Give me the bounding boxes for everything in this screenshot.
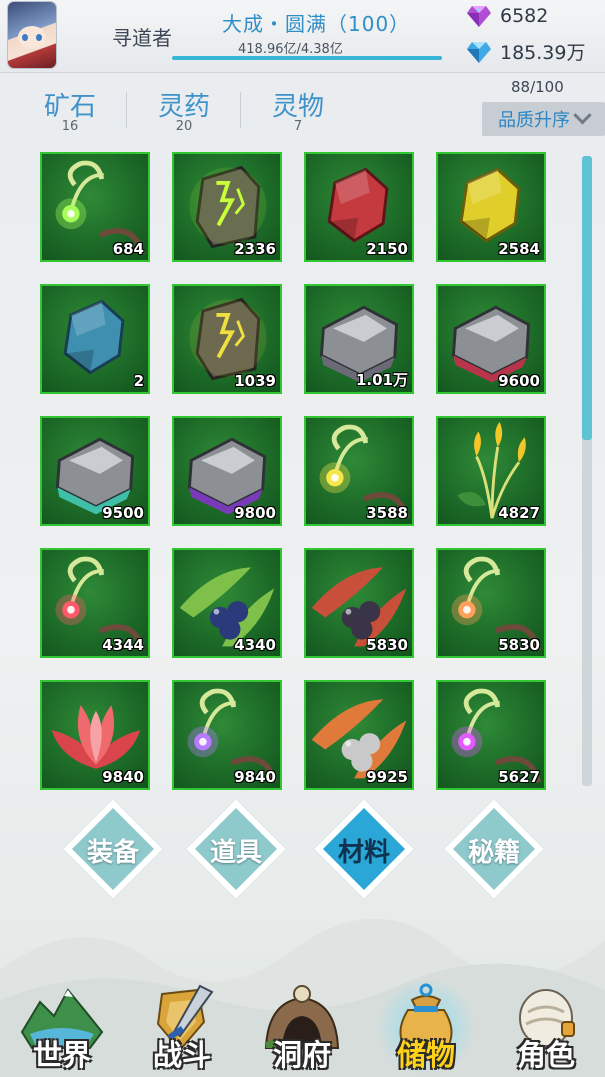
item-quantity: 9840 bbox=[234, 768, 276, 786]
blue-stone-icon bbox=[63, 299, 125, 375]
inventory-scrollbar[interactable] bbox=[582, 156, 592, 786]
nav-storage[interactable]: 储物 bbox=[368, 976, 484, 1077]
exp-text: 418.96亿/4.38亿 bbox=[238, 42, 343, 57]
purple-gem-icon bbox=[467, 6, 491, 27]
tab-count: 7 bbox=[293, 119, 303, 134]
blue-gem-icon bbox=[467, 41, 491, 63]
item-quantity: 1039 bbox=[234, 372, 276, 390]
avatar-eye bbox=[36, 34, 42, 41]
item-quantity: 2584 bbox=[498, 240, 540, 258]
exp-bar bbox=[172, 56, 442, 60]
nav-world[interactable]: 世界 bbox=[4, 976, 120, 1077]
item-quantity: 2336 bbox=[234, 240, 276, 258]
item-quantity: 5830 bbox=[498, 636, 540, 654]
inventory-slot[interactable]: 2 bbox=[40, 284, 150, 394]
inventory-slot[interactable]: 9500 bbox=[40, 416, 150, 526]
inventory-grid: 684 2336 2150 2584 2 1039 1.01万 9600 950… bbox=[40, 152, 548, 792]
inventory-slot[interactable]: 2584 bbox=[436, 152, 546, 262]
inventory-slot[interactable]: 3588 bbox=[304, 416, 414, 526]
inventory-slot[interactable]: 4827 bbox=[436, 416, 546, 526]
item-quantity: 9500 bbox=[102, 504, 144, 522]
category-label: 装备 bbox=[86, 838, 139, 868]
item-quantity: 5830 bbox=[366, 636, 408, 654]
inventory-slot[interactable]: 2336 bbox=[172, 152, 282, 262]
nav-label: 储物 bbox=[396, 1038, 455, 1072]
nav-label: 角色 bbox=[516, 1038, 575, 1072]
item-quantity: 9600 bbox=[498, 372, 540, 390]
category-label: 道具 bbox=[209, 838, 262, 868]
inventory-slot[interactable]: 9800 bbox=[172, 416, 282, 526]
inventory-slot[interactable]: 684 bbox=[40, 152, 150, 262]
item-quantity: 9800 bbox=[234, 504, 276, 522]
inventory-slot[interactable]: 5830 bbox=[436, 548, 546, 658]
category-equipment[interactable]: 装备 bbox=[60, 796, 166, 902]
inventory-slot[interactable]: 9840 bbox=[172, 680, 282, 790]
currency-blue[interactable]: 185.39万 bbox=[466, 38, 585, 65]
tab-label: 矿石 bbox=[43, 92, 96, 122]
inventory-capacity: 88/100 bbox=[511, 78, 564, 96]
tab-divider bbox=[240, 92, 241, 128]
cultivation-realm: 大成・圆满（100） bbox=[222, 12, 411, 36]
item-quantity: 9925 bbox=[366, 768, 408, 786]
inventory-slot[interactable]: 1039 bbox=[172, 284, 282, 394]
sort-label: 品质升序 bbox=[498, 110, 570, 131]
tab-label: 灵物 bbox=[271, 92, 324, 122]
inventory-slot[interactable]: 1.01万 bbox=[304, 284, 414, 394]
item-quantity: 9840 bbox=[102, 768, 144, 786]
item-quantity: 4344 bbox=[102, 636, 144, 654]
category-label: 材料 bbox=[337, 838, 390, 868]
nav-battle[interactable]: 战斗 bbox=[124, 976, 240, 1077]
category-materials[interactable]: 材料 bbox=[311, 796, 417, 902]
currency-blue-value: 185.39万 bbox=[500, 42, 586, 64]
tab-spirit-object[interactable]: 灵物 7 bbox=[256, 86, 340, 134]
currency-purple[interactable]: 6582 bbox=[466, 4, 548, 28]
nav-label: 世界 bbox=[32, 1038, 91, 1072]
nav-cave[interactable]: 洞府 bbox=[244, 976, 360, 1077]
avatar-face bbox=[18, 26, 46, 48]
inventory-slot[interactable]: 5830 bbox=[304, 548, 414, 658]
player-avatar[interactable] bbox=[8, 2, 56, 68]
tab-divider bbox=[126, 92, 127, 128]
inventory-slot[interactable]: 9840 bbox=[40, 680, 150, 790]
category-label: 秘籍 bbox=[467, 838, 520, 868]
sort-dropdown[interactable]: 品质升序 bbox=[482, 102, 605, 136]
tab-herb[interactable]: 灵药 20 bbox=[142, 86, 226, 134]
nav-character[interactable]: 角色 bbox=[488, 976, 604, 1077]
nav-label: 战斗 bbox=[152, 1038, 211, 1072]
player-header: 寻道者 大成・圆满（100） 418.96亿/4.38亿 6582 185.39… bbox=[0, 0, 605, 73]
tab-label: 灵药 bbox=[157, 92, 210, 122]
inventory-slot[interactable]: 5627 bbox=[436, 680, 546, 790]
item-quantity: 684 bbox=[112, 240, 144, 258]
inventory-slot[interactable]: 9600 bbox=[436, 284, 546, 394]
item-quantity: 2150 bbox=[366, 240, 408, 258]
currency-purple-value: 6582 bbox=[500, 5, 549, 27]
exp-bar-fill bbox=[172, 56, 442, 60]
inventory-slot[interactable]: 9925 bbox=[304, 680, 414, 790]
item-quantity: 1.01万 bbox=[355, 371, 408, 389]
tab-count: 16 bbox=[61, 119, 79, 134]
category-props[interactable]: 道具 bbox=[183, 796, 289, 902]
nav-label: 洞府 bbox=[272, 1038, 331, 1072]
avatar-eye bbox=[22, 34, 28, 41]
tab-count: 20 bbox=[175, 119, 193, 134]
item-quantity: 4340 bbox=[234, 636, 276, 654]
inventory-slot[interactable]: 2150 bbox=[304, 152, 414, 262]
scrollbar-thumb[interactable] bbox=[582, 156, 592, 440]
tab-ore[interactable]: 矿石 16 bbox=[28, 86, 112, 134]
item-quantity: 2 bbox=[133, 372, 144, 390]
item-quantity: 5627 bbox=[498, 768, 540, 786]
item-quantity: 3588 bbox=[366, 504, 408, 522]
item-quantity: 4827 bbox=[498, 504, 540, 522]
chevron-down-icon bbox=[573, 105, 592, 124]
category-secret-books[interactable]: 秘籍 bbox=[441, 796, 547, 902]
inventory-slot[interactable]: 4344 bbox=[40, 548, 150, 658]
player-name: 寻道者 bbox=[112, 26, 172, 50]
inventory-slot[interactable]: 4340 bbox=[172, 548, 282, 658]
